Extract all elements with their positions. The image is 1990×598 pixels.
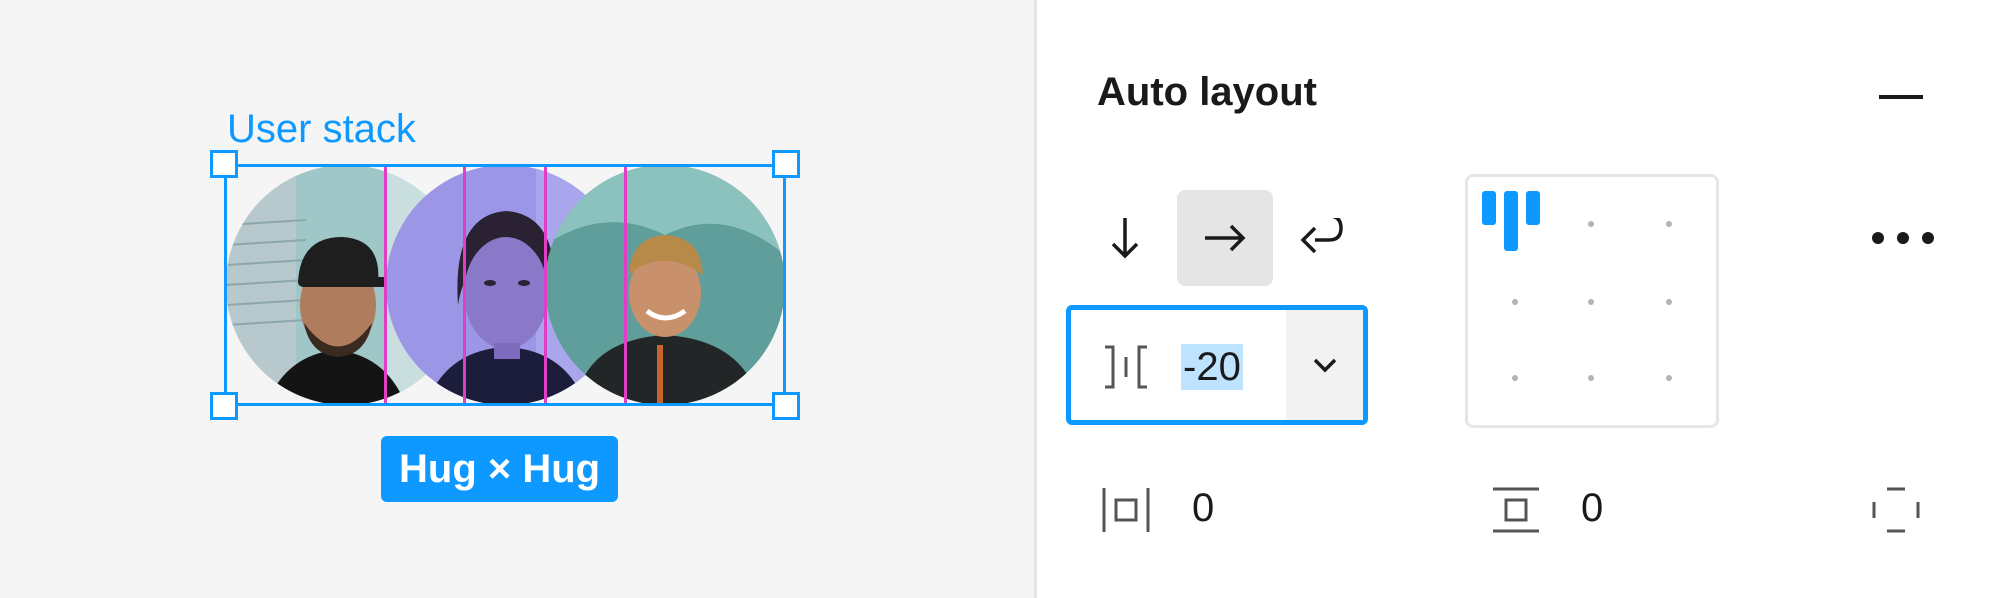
align-dot[interactable]: [1512, 375, 1518, 381]
alignment-grid[interactable]: [1465, 174, 1719, 428]
gap-between-icon: [1101, 345, 1151, 394]
individual-padding-icon[interactable]: [1871, 486, 1921, 539]
vertical-padding-icon: [1491, 486, 1541, 539]
properties-panel: Auto layout -20 0 0: [1037, 0, 1990, 598]
resize-handle-bottom-left[interactable]: [210, 392, 238, 420]
vertical-padding-value[interactable]: 0: [1581, 486, 1603, 531]
minus-icon[interactable]: [1875, 72, 1927, 122]
align-dot[interactable]: [1666, 375, 1672, 381]
resize-handle-top-right[interactable]: [772, 150, 800, 178]
align-dot[interactable]: [1588, 221, 1594, 227]
align-dot[interactable]: [1512, 299, 1518, 305]
align-dot[interactable]: [1588, 299, 1594, 305]
design-canvas[interactable]: User stack Hug × Hug: [0, 0, 1034, 598]
frame-name-label[interactable]: User stack: [227, 105, 416, 153]
horizontal-padding-value[interactable]: 0: [1192, 486, 1214, 531]
align-top-left-icon[interactable]: [1480, 189, 1544, 258]
align-dot[interactable]: [1666, 299, 1672, 305]
wrap-arrow-icon[interactable]: [1283, 190, 1359, 286]
size-badge: Hug × Hug: [381, 436, 619, 502]
gap-input[interactable]: -20: [1066, 305, 1368, 425]
align-dot[interactable]: [1666, 221, 1672, 227]
resize-handle-top-left[interactable]: [210, 150, 238, 178]
horizontal-arrow-right-icon[interactable]: [1177, 190, 1273, 286]
vertical-arrow-down-icon[interactable]: [1087, 190, 1163, 286]
chevron-down-icon[interactable]: [1286, 310, 1363, 420]
gap-value[interactable]: -20: [1181, 344, 1243, 390]
selection-box[interactable]: [224, 164, 786, 406]
section-title: Auto layout: [1097, 70, 1317, 114]
more-dots-icon[interactable]: [1867, 210, 1939, 266]
resize-handle-bottom-right[interactable]: [772, 392, 800, 420]
align-dot[interactable]: [1588, 375, 1594, 381]
horizontal-padding-icon: [1101, 486, 1151, 539]
